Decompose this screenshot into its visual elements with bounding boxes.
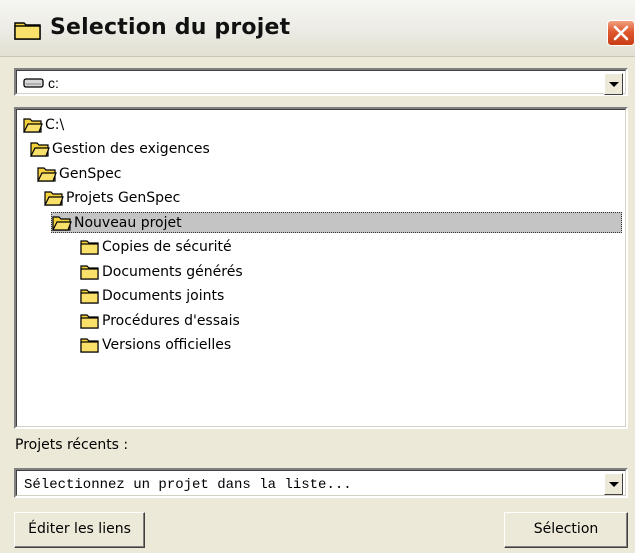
open-folder-icon [23, 117, 43, 133]
window-title: Selection du projet [50, 15, 291, 40]
folder-icon [80, 264, 99, 280]
recent-projects-label: Projets récents : [15, 437, 129, 453]
select-button[interactable]: Sélection [504, 512, 628, 548]
tree-item[interactable]: Documents générés [80, 261, 243, 282]
tree-item[interactable]: C:\ [23, 114, 64, 135]
tree-item-label: Gestion des exigences [52, 141, 210, 157]
drive-selected-value: c: [48, 75, 59, 91]
folder-icon [80, 289, 99, 304]
tree-item-label: Procédures d'essais [102, 312, 240, 329]
tree-item-label: Versions officielles [102, 337, 232, 353]
open-folder-icon [44, 191, 64, 206]
folder-icon [80, 313, 99, 329]
tree-item[interactable]: Projets GenSpec [44, 188, 180, 209]
drive-selector[interactable]: c: [14, 68, 628, 96]
tree-item-label: GenSpec [59, 165, 122, 182]
tree-item-selected[interactable]: Nouveau projet [51, 212, 622, 233]
tree-item-label: Documents joints [102, 288, 225, 304]
tree-item[interactable]: Procédures d'essais [80, 310, 240, 331]
tree-item-label: Copies de sécurité [102, 239, 232, 255]
open-folder-icon [30, 142, 50, 157]
tree-item[interactable]: Documents joints [80, 286, 224, 307]
recent-projects-value: Sélectionnez un projet dans la liste... [24, 477, 352, 493]
open-folder-icon [52, 215, 72, 231]
folder-icon [14, 22, 41, 40]
recent-projects-dropdown[interactable]: Sélectionnez un projet dans la liste... [14, 468, 628, 498]
folder-icon [80, 240, 99, 255]
project-selection-dialog: Selection du projet c: C:\ Gestion des ex… [0, 0, 635, 553]
tree-item-label: Nouveau projet [74, 214, 182, 231]
tree-item[interactable]: GenSpec [37, 163, 121, 184]
edit-links-button[interactable]: Éditer les liens [14, 512, 145, 548]
recent-dropdown-button[interactable] [604, 473, 623, 495]
drive-dropdown-button[interactable] [604, 73, 623, 95]
folder-tree[interactable]: C:\ Gestion des exigences GenSpec Projets G… [14, 107, 628, 429]
tree-item-label: Documents générés [102, 263, 243, 280]
folder-icon [80, 338, 99, 353]
tree-item[interactable]: Copies de sécurité [80, 237, 232, 258]
close-icon [613, 25, 629, 41]
drive-icon [23, 78, 44, 88]
open-folder-icon [37, 166, 57, 182]
close-button[interactable] [607, 20, 635, 46]
tree-item-label: Projets GenSpec [66, 190, 181, 206]
tree-item[interactable]: Gestion des exigences [30, 139, 210, 160]
tree-item-label: C:\ [45, 116, 65, 133]
title-bar[interactable]: Selection du projet [0, 0, 635, 57]
tree-item[interactable]: Versions officielles [80, 335, 231, 356]
